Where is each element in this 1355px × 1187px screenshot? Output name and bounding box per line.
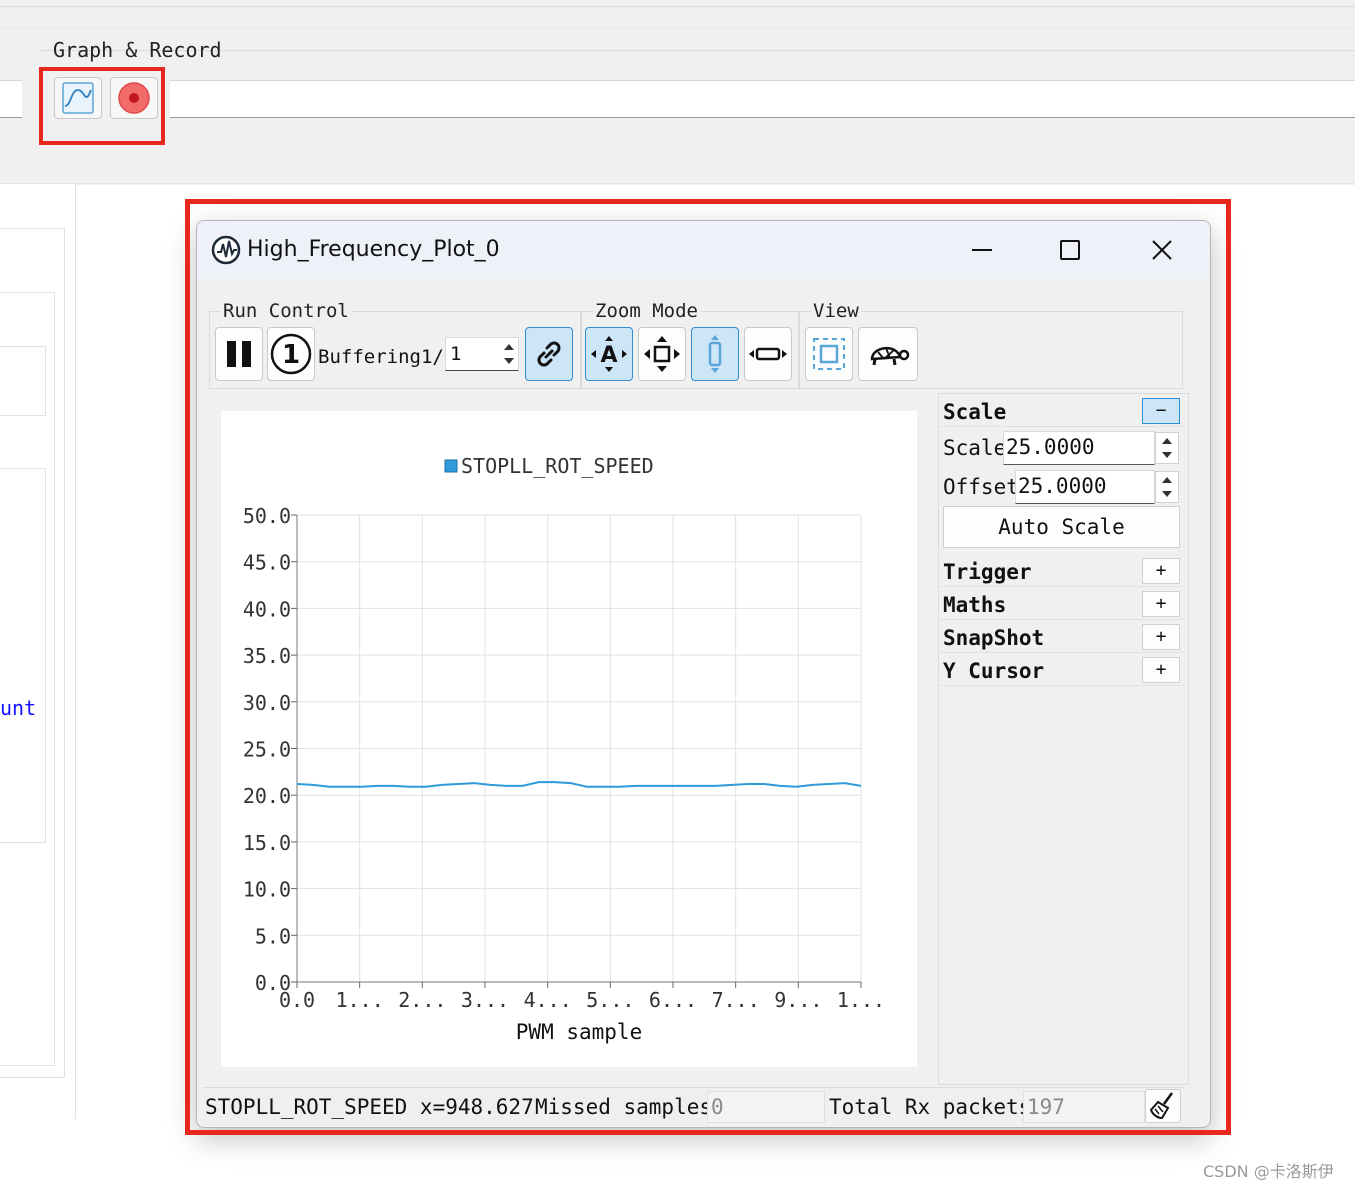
divider: [0, 6, 1355, 7]
highlight-box-plot-window: [185, 199, 1231, 1135]
watermark: CSDN @卡洛斯伊: [1203, 1162, 1334, 1181]
highlight-box-toolbar: [39, 67, 165, 145]
left-panel-label: unt: [0, 696, 37, 720]
left-panel: [0, 184, 76, 1119]
left-panel-frame: [0, 346, 46, 416]
left-panel-frame: [0, 468, 46, 843]
group-frame-line: [40, 50, 1355, 51]
toolbar-strip: [0, 80, 22, 118]
divider: [0, 28, 1355, 29]
group-caption-graph-record: Graph & Record: [53, 38, 222, 62]
divider: [0, 183, 1355, 184]
toolbar-strip: [170, 80, 1355, 118]
